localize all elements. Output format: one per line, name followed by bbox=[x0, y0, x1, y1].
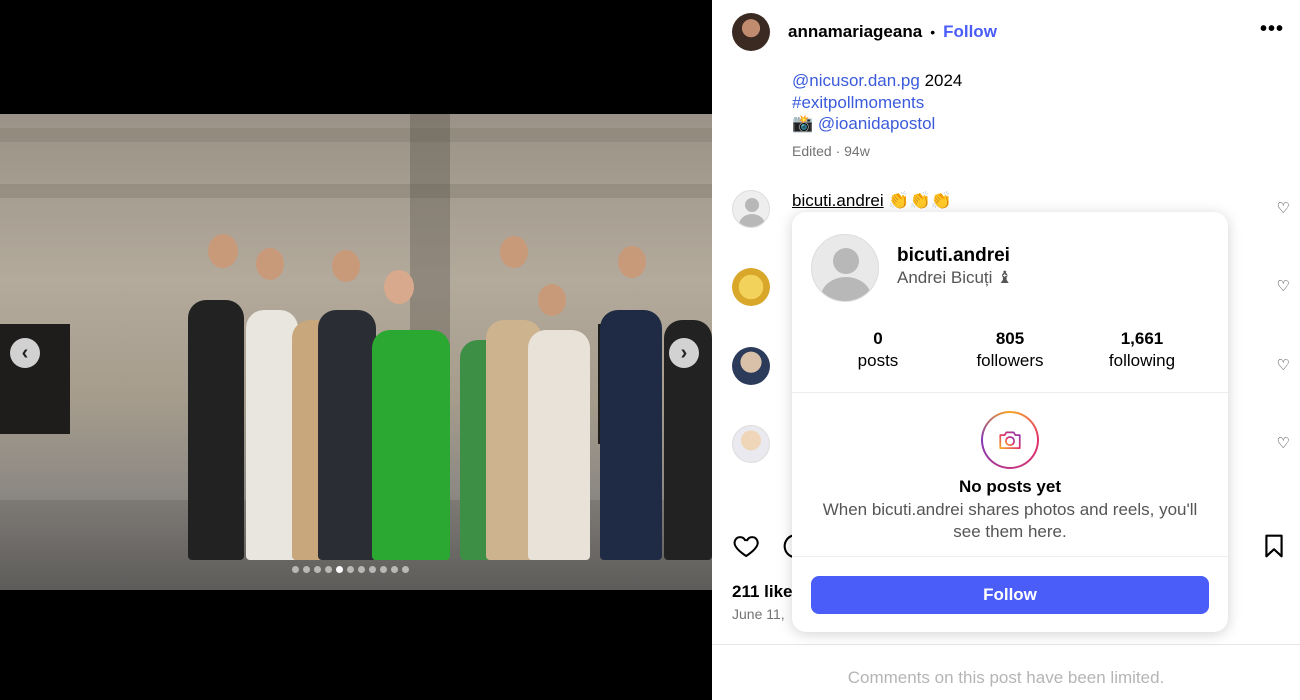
stat-following[interactable]: 1,661 following bbox=[1082, 329, 1202, 371]
divider bbox=[712, 644, 1300, 645]
comment-avatar[interactable] bbox=[732, 268, 770, 306]
profile-stats: 0 posts 805 followers 1,661 following bbox=[792, 329, 1228, 371]
comment-item bbox=[732, 268, 770, 306]
post-meta: Edited · 94w bbox=[792, 143, 870, 159]
carousel-dot bbox=[380, 566, 387, 573]
carousel-indicator bbox=[292, 566, 409, 573]
comment-avatar[interactable] bbox=[732, 347, 770, 385]
hover-card-avatar[interactable] bbox=[811, 234, 879, 302]
carousel-dot bbox=[391, 566, 398, 573]
stat-value: 0 bbox=[873, 329, 883, 348]
stat-value: 805 bbox=[995, 329, 1025, 348]
stat-followers[interactable]: 805 followers bbox=[950, 329, 1070, 371]
caption-line: 📸 @ioanidapostol bbox=[792, 113, 962, 135]
carousel-next-button[interactable]: › bbox=[669, 338, 699, 368]
carousel-dot bbox=[336, 566, 343, 573]
save-bookmark-icon[interactable] bbox=[1261, 532, 1287, 560]
caption-mention[interactable]: @ioanidapostol bbox=[818, 114, 935, 133]
post-date: June 11, bbox=[732, 606, 785, 622]
caption-text: 2024 bbox=[919, 71, 963, 90]
comment-item bbox=[732, 425, 770, 463]
heart-outline-icon: ♡ bbox=[1276, 200, 1290, 217]
caption-mention[interactable]: @nicusor.dan.pg bbox=[792, 71, 920, 90]
comment-body: 👏👏👏 bbox=[883, 191, 952, 210]
stat-value: 1,661 bbox=[1120, 329, 1164, 348]
heart-outline-icon: ♡ bbox=[1276, 357, 1290, 374]
no-posts-text: When bicuti.andrei shares photos and ree… bbox=[822, 500, 1198, 541]
carousel-dot bbox=[292, 566, 299, 573]
camera-emoji: 📸 bbox=[792, 114, 818, 133]
comment-username[interactable]: bicuti.andrei bbox=[792, 191, 884, 210]
carousel-dot bbox=[358, 566, 365, 573]
hover-card-follow-button[interactable]: Follow bbox=[811, 576, 1209, 614]
comment-avatar[interactable] bbox=[732, 425, 770, 463]
carousel-dot bbox=[303, 566, 310, 573]
author-avatar[interactable] bbox=[732, 13, 770, 51]
post-media: ‹ › bbox=[0, 0, 712, 700]
caption-line: @nicusor.dan.pg 2024 bbox=[792, 70, 962, 92]
like-icon[interactable] bbox=[732, 532, 762, 560]
chevron-right-icon: › bbox=[680, 341, 688, 364]
comment-text: bicuti.andrei 👏👏👏 bbox=[792, 191, 952, 211]
carousel-dot bbox=[369, 566, 376, 573]
heart-outline-icon: ♡ bbox=[1276, 278, 1290, 295]
follow-author-button[interactable]: Follow bbox=[943, 22, 997, 42]
profile-hover-card: bicuti.andrei Andrei Bicuți ♝ 0 posts 80… bbox=[792, 212, 1228, 632]
hover-card-username[interactable]: bicuti.andrei bbox=[897, 245, 1010, 267]
like-comment-button[interactable]: ♡ bbox=[1277, 277, 1290, 295]
like-comment-button[interactable]: ♡ bbox=[1277, 199, 1290, 217]
hover-card-full-name: Andrei Bicuți ♝ bbox=[897, 268, 1013, 287]
comment-item bbox=[732, 347, 770, 385]
stat-posts: 0 posts bbox=[818, 329, 938, 371]
divider bbox=[792, 556, 1228, 557]
caption-hashtag[interactable]: #exitpollmoments bbox=[792, 93, 924, 112]
stat-label: followers bbox=[976, 351, 1044, 370]
post-photo[interactable] bbox=[0, 114, 712, 590]
carousel-dot bbox=[347, 566, 354, 573]
like-comment-button[interactable]: ♡ bbox=[1277, 434, 1290, 452]
comments-limited-notice: Comments on this post have been limited. bbox=[847, 668, 1165, 687]
carousel-dot bbox=[325, 566, 332, 573]
like-comment-button[interactable]: ♡ bbox=[1277, 356, 1290, 374]
camera-icon bbox=[981, 411, 1039, 469]
instagram-post-view: ‹ › annamariageana • Follow ••• @nicusor… bbox=[0, 0, 1300, 700]
author-username[interactable]: annamariageana bbox=[788, 22, 922, 42]
header-separator: • bbox=[930, 24, 936, 40]
caption-line: #exitpollmoments bbox=[792, 92, 962, 114]
carousel-dot bbox=[402, 566, 409, 573]
heart-outline-icon: ♡ bbox=[1276, 435, 1290, 452]
chevron-left-icon: ‹ bbox=[21, 341, 29, 364]
post-caption: @nicusor.dan.pg 2024 #exitpollmoments 📸 … bbox=[792, 70, 962, 135]
comment-avatar[interactable] bbox=[732, 190, 770, 228]
more-options-button[interactable]: ••• bbox=[1260, 18, 1284, 41]
carousel-prev-button[interactable]: ‹ bbox=[10, 338, 40, 368]
more-horizontal-icon: ••• bbox=[1259, 18, 1284, 40]
divider bbox=[792, 392, 1228, 393]
stat-label: posts bbox=[857, 351, 899, 370]
post-header: annamariageana • Follow bbox=[732, 12, 997, 52]
comment-item: bicuti.andrei 👏👏👏 bbox=[732, 190, 952, 228]
stat-label: following bbox=[1108, 351, 1176, 370]
carousel-dot bbox=[314, 566, 321, 573]
no-posts-title: No posts yet bbox=[958, 477, 1062, 496]
